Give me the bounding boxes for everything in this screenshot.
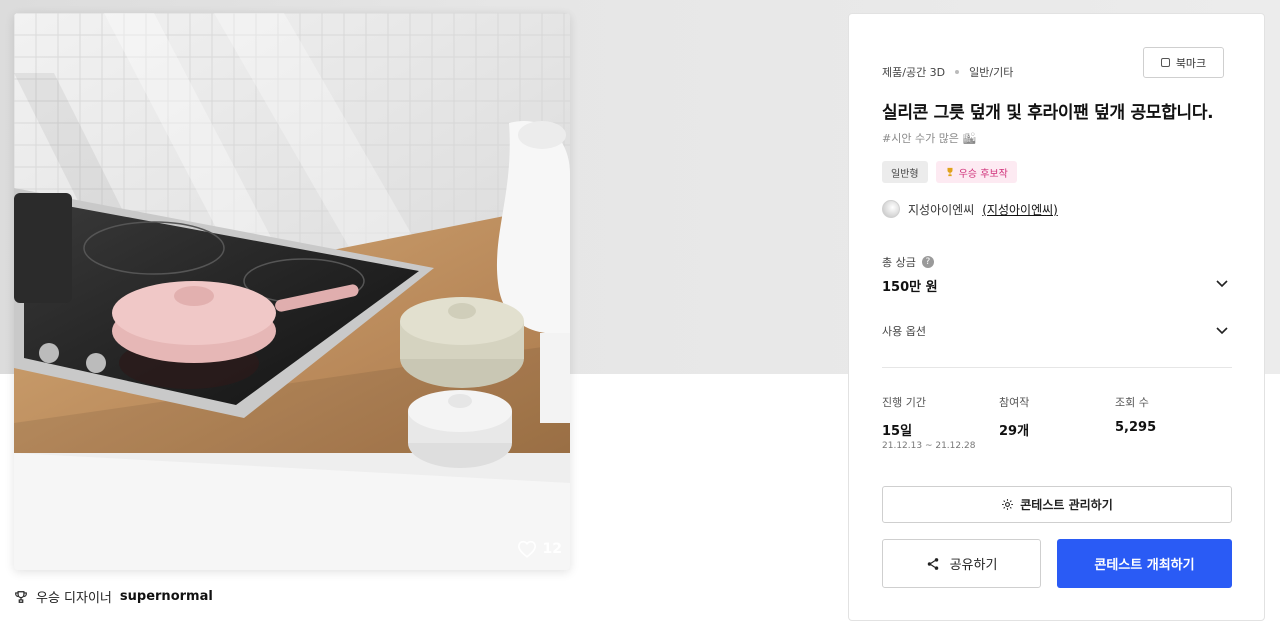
- bookmark-icon: [1160, 58, 1170, 67]
- contest-badges: 일반형 우승 후보작: [882, 161, 1017, 183]
- chevron-down-icon: [1216, 280, 1228, 288]
- options-expand-toggle[interactable]: [1215, 323, 1229, 337]
- host-avatar: [882, 200, 900, 218]
- entries-label: 참여작: [999, 396, 1030, 409]
- period-value: 15일: [882, 424, 913, 439]
- views-value: 5,295: [1115, 420, 1157, 435]
- award-badge: 우승 후보작: [935, 161, 1017, 183]
- breadcrumb-separator: [955, 70, 960, 74]
- prize-label-text: 총 상금: [882, 256, 916, 269]
- share-button[interactable]: 공유하기: [882, 539, 1041, 588]
- chevron-down-icon: [1216, 327, 1228, 335]
- contest-type-label: 일반형: [891, 168, 919, 180]
- winner-name[interactable]: supernormal: [120, 589, 213, 604]
- options-label: 사용 옵션: [882, 325, 926, 338]
- trophy-icon: [15, 590, 27, 603]
- views-label: 조회 수: [1115, 396, 1149, 409]
- share-label: 공유하기: [949, 558, 998, 573]
- contest-title: 실리콘 그릇 덮개 및 후라이팬 덮개 공모합니다.: [882, 103, 1214, 123]
- bookmark-button[interactable]: 북마크: [1143, 47, 1224, 78]
- host-info: 지성아이엔씨 (지성아이엔씨): [882, 200, 1058, 218]
- category-breadcrumb: 제품/공간 3D 일반/기타: [882, 64, 1013, 80]
- help-icon[interactable]: ?: [921, 256, 934, 268]
- host-link[interactable]: (지성아이엔씨): [982, 201, 1058, 218]
- bookmark-label: 북마크: [1175, 56, 1207, 70]
- prize-value: 150만 원: [882, 280, 938, 295]
- prize-expand-toggle[interactable]: [1215, 276, 1229, 290]
- manage-contest-label: 콘테스트 관리하기: [1020, 498, 1113, 512]
- like-counter[interactable]: 12: [517, 540, 562, 558]
- kitchen-scene-illustration: [14, 13, 570, 570]
- category[interactable]: 제품/공간 3D: [882, 64, 945, 80]
- winner-prefix: 우승 디자이너: [36, 591, 112, 606]
- heart-icon: [517, 540, 536, 558]
- winner-designer: 우승 디자이너 supernormal: [14, 587, 213, 606]
- prize-label: 총 상금 ?: [882, 254, 934, 270]
- gear-icon: [1002, 499, 1014, 510]
- contest-info-card: 제품/공간 3D 일반/기타 북마크 실리콘 그릇 덮개 및 후라이팬 덮개 공…: [848, 13, 1265, 621]
- like-count: 12: [542, 541, 562, 557]
- period-dates: 21.12.13 ~ 21.12.28: [882, 441, 976, 451]
- host-contest-label: 콘테스트 개최하기: [1094, 558, 1195, 573]
- host-name: 지성아이엔씨: [908, 202, 975, 217]
- winning-entry-image[interactable]: 12: [14, 13, 570, 570]
- subcategory[interactable]: 일반/기타: [969, 64, 1013, 80]
- award-label: 우승 후보작: [958, 168, 1008, 180]
- share-icon: [927, 557, 938, 570]
- period-label: 진행 기간: [882, 396, 926, 409]
- manage-contest-button[interactable]: 콘테스트 관리하기: [882, 486, 1232, 523]
- contest-tagline: #시안 수가 많은 🏙: [882, 132, 977, 145]
- host-contest-button[interactable]: 콘테스트 개최하기: [1057, 539, 1232, 588]
- contest-type-badge: 일반형: [882, 161, 928, 183]
- entries-value: 29개: [999, 424, 1030, 439]
- divider: [882, 367, 1232, 368]
- trophy-icon: [947, 167, 953, 177]
